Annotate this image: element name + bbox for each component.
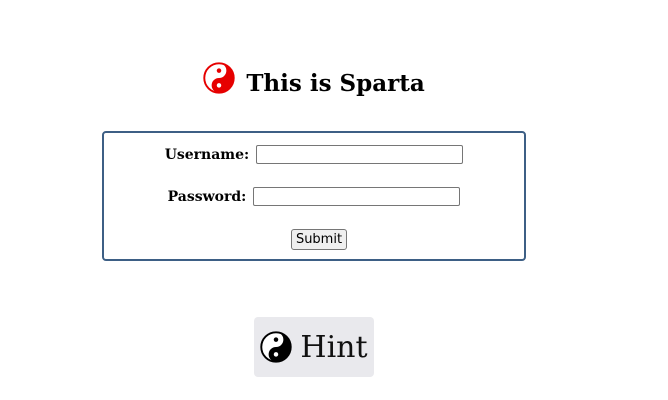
page-title: This is Sparta xyxy=(246,70,425,97)
password-row: Password: xyxy=(104,186,524,206)
username-row: Username: xyxy=(104,144,524,164)
username-input[interactable] xyxy=(256,145,464,164)
username-label: Username: xyxy=(164,146,250,163)
yin-yang-icon xyxy=(260,331,293,363)
yin-yang-icon xyxy=(203,62,235,94)
hint-button[interactable]: Hint xyxy=(254,317,374,377)
hint-label: Hint xyxy=(300,329,368,365)
submit-row: Submit xyxy=(104,228,524,250)
header: This is Sparta xyxy=(0,60,628,108)
submit-button[interactable]: Submit xyxy=(290,229,348,250)
password-label: Password: xyxy=(167,188,247,205)
login-form: Username: Password: Submit xyxy=(102,131,526,261)
page: This is Sparta Username: Password: Submi… xyxy=(0,0,668,400)
password-input[interactable] xyxy=(253,187,461,206)
